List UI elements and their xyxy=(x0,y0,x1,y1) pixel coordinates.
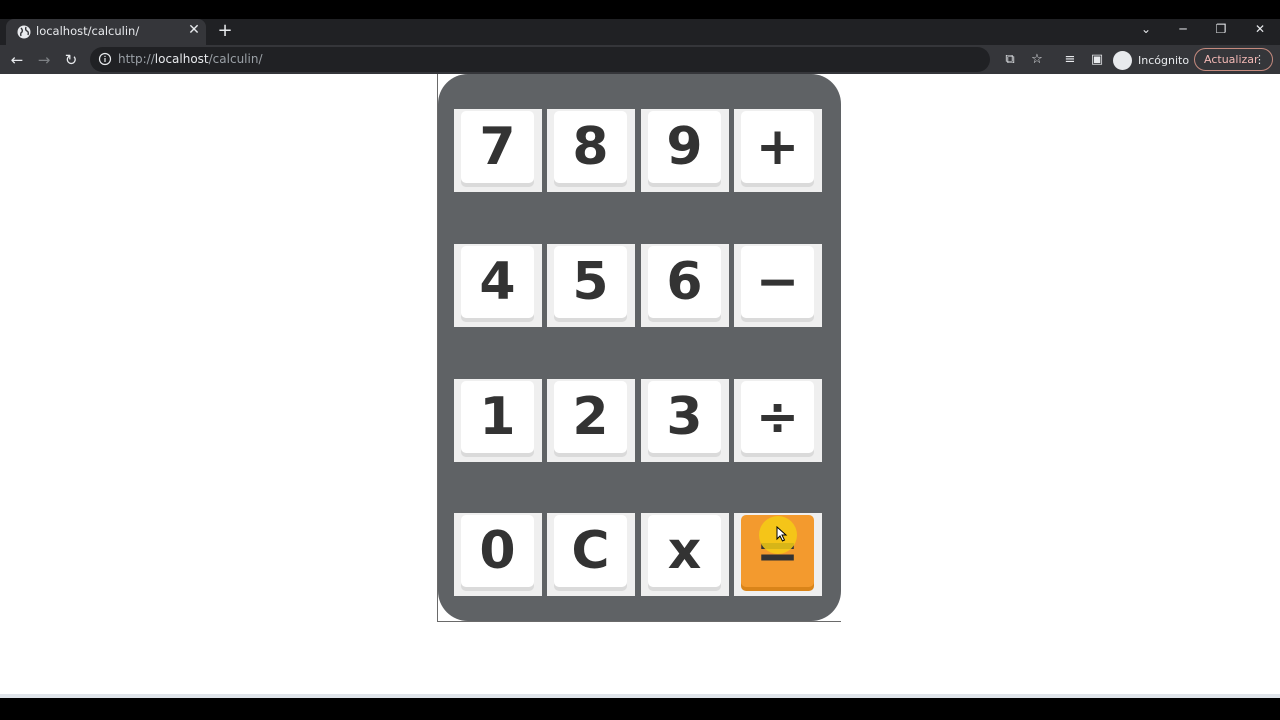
reload-icon[interactable]: ↻ xyxy=(59,48,83,72)
key-label: 7 xyxy=(461,111,534,183)
tab-strip: localhost/calculin/ ✕ + ⌄ ─ ❐ ✕ xyxy=(0,19,1280,45)
key-label: C xyxy=(554,515,627,587)
url-text[interactable]: http://localhost/calculin/ xyxy=(118,52,263,66)
key-label: 2 xyxy=(554,381,627,453)
new-tab-button[interactable]: + xyxy=(214,20,236,42)
key-minus[interactable]: − xyxy=(734,244,822,327)
tab-search-chevron-icon[interactable]: ⌄ xyxy=(1131,19,1161,39)
forward-arrow-icon[interactable]: → xyxy=(32,48,56,72)
incognito-indicator[interactable]: Incógnito xyxy=(1113,49,1189,71)
incognito-label: Incógnito xyxy=(1138,53,1190,67)
key-8[interactable]: 8 xyxy=(547,109,635,192)
update-button[interactable]: Actualizar ⋮ xyxy=(1194,48,1273,71)
restore-window-icon[interactable]: ❐ xyxy=(1206,19,1236,39)
key-label: 1 xyxy=(461,381,534,453)
key-4[interactable]: 4 xyxy=(454,244,542,327)
key-6[interactable]: 6 xyxy=(641,244,729,327)
key-label: 0 xyxy=(461,515,534,587)
browser-toolbar: ← → ↻ http://localhost/calculin/ ⧉ ☆ ≡ ▣… xyxy=(0,45,1280,74)
frame-border xyxy=(437,621,841,622)
page-content: 7 8 9 + 4 5 6 − 1 2 3 ÷ 0 C x = xyxy=(0,74,1280,694)
key-label: x xyxy=(648,515,721,587)
key-3[interactable]: 3 xyxy=(641,379,729,462)
key-label: 9 xyxy=(648,111,721,183)
key-label: 6 xyxy=(648,246,721,318)
screen-bottom-bar xyxy=(0,698,1280,720)
key-1[interactable]: 1 xyxy=(454,379,542,462)
update-label: Actualizar xyxy=(1204,53,1259,66)
tab-localhost-calculin[interactable]: localhost/calculin/ ✕ xyxy=(6,19,206,45)
site-info-icon[interactable] xyxy=(98,52,112,66)
minimize-window-icon[interactable]: ─ xyxy=(1168,19,1198,39)
key-label: 5 xyxy=(554,246,627,318)
key-0[interactable]: 0 xyxy=(454,513,542,596)
key-9[interactable]: 9 xyxy=(641,109,729,192)
reading-list-icon[interactable]: ≡ xyxy=(1060,50,1080,70)
mouse-pointer-icon xyxy=(776,526,788,542)
translate-icon[interactable]: ⧉ xyxy=(1000,50,1020,70)
key-label: − xyxy=(741,246,814,318)
key-label: 3 xyxy=(648,381,721,453)
close-tab-icon[interactable]: ✕ xyxy=(186,22,202,38)
incognito-icon xyxy=(1113,50,1132,70)
key-plus[interactable]: + xyxy=(734,109,822,192)
menu-dots-icon[interactable]: ⋮ xyxy=(1254,49,1265,70)
bookmark-star-icon[interactable]: ☆ xyxy=(1027,50,1047,70)
key-clear[interactable]: C xyxy=(547,513,635,596)
key-multiply[interactable]: x xyxy=(641,513,729,596)
side-panel-icon[interactable]: ▣ xyxy=(1087,50,1107,70)
key-5[interactable]: 5 xyxy=(547,244,635,327)
key-label: 8 xyxy=(554,111,627,183)
globe-icon xyxy=(17,25,31,39)
address-bar[interactable]: http://localhost/calculin/ xyxy=(90,47,990,72)
key-divide[interactable]: ÷ xyxy=(734,379,822,462)
key-2[interactable]: 2 xyxy=(547,379,635,462)
back-arrow-icon[interactable]: ← xyxy=(5,48,29,72)
tab-title: localhost/calculin/ xyxy=(36,24,140,38)
key-label: ÷ xyxy=(741,381,814,453)
key-7[interactable]: 7 xyxy=(454,109,542,192)
key-label: + xyxy=(741,111,814,183)
close-window-icon[interactable]: ✕ xyxy=(1245,19,1275,39)
screen-top-bar xyxy=(0,0,1280,19)
key-label: 4 xyxy=(461,246,534,318)
